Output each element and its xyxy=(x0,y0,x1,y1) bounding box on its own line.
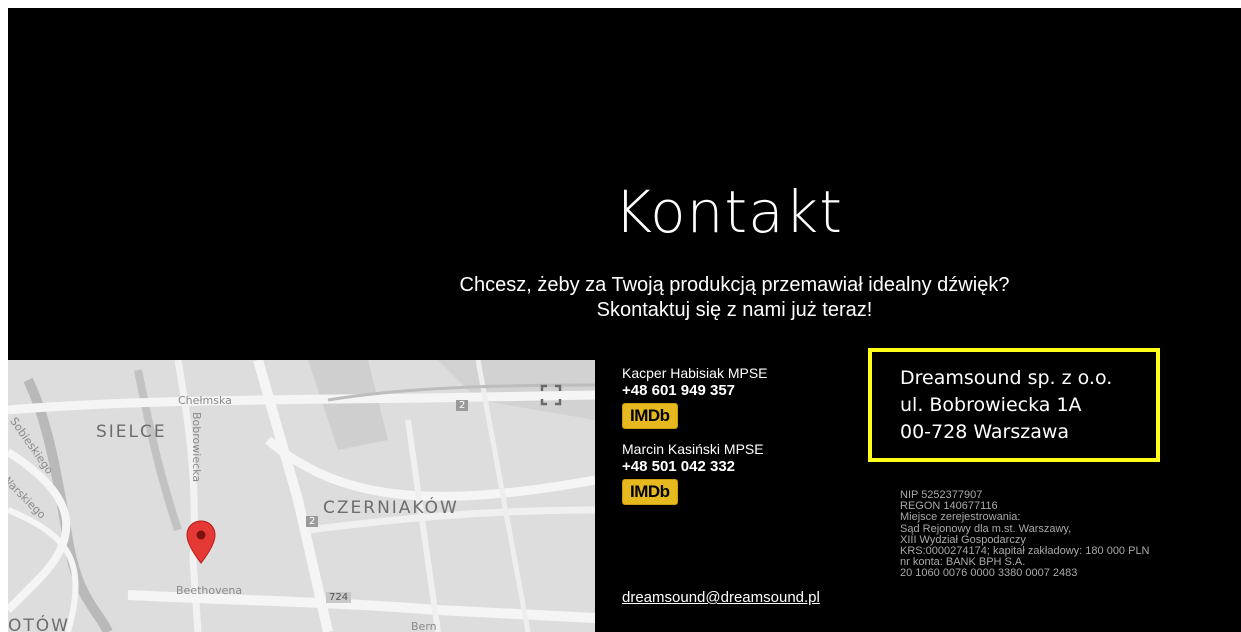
contact-person: Kacper Habisiak MPSE +48 601 949 357 IMD… xyxy=(622,365,862,429)
company-city: 00-728 Warszawa xyxy=(900,421,1070,443)
contact-name: Kacper Habisiak MPSE xyxy=(622,365,768,381)
page-title: Kontakt xyxy=(613,178,843,246)
map-roads xyxy=(8,360,595,632)
contact-persons: Kacper Habisiak MPSE +48 601 949 357 IMD… xyxy=(622,365,862,517)
contact-name: Marcin Kasiński MPSE xyxy=(622,441,764,457)
street-label: Chełmska xyxy=(178,394,232,407)
road-number-badge: 2 xyxy=(456,400,469,411)
contact-phone[interactable]: +48 601 949 357 xyxy=(622,382,862,399)
company-name: Dreamsound sp. z o.o. xyxy=(900,367,1113,389)
district-label: SIELCE xyxy=(96,422,167,442)
district-label: OTÓW xyxy=(8,616,70,632)
road-number-badge: 2 xyxy=(306,516,319,527)
street-label: Bern xyxy=(411,620,437,632)
company-address: Dreamsound sp. z o.o. ul. Bobrowiecka 1A… xyxy=(900,365,1112,446)
email-link[interactable]: dreamsound@dreamsound.pl xyxy=(622,589,820,606)
legal-line: 20 1060 0076 0000 3380 0007 2483 xyxy=(900,567,1078,580)
district-label: CZERNIAKÓW xyxy=(323,498,459,518)
google-map[interactable]: Chełmska Bobrowiecka Sobieskiego Warskie… xyxy=(8,360,595,632)
contact-phone[interactable]: +48 501 042 332 xyxy=(622,458,862,475)
subtitle-line-1: Chcesz, żeby za Twoją produkcją przemawi… xyxy=(459,274,1010,296)
fullscreen-icon[interactable] xyxy=(538,382,564,408)
company-street: ul. Bobrowiecka 1A xyxy=(900,394,1082,416)
legal-info: NIP 5252377907 REGON 140677116 Miejsce z… xyxy=(900,489,1150,580)
street-label: Beethovena xyxy=(176,584,243,597)
contact-section: Kontakt Chcesz, żeby za Twoją produkcją … xyxy=(8,8,1241,632)
legal-line: Miejsce zerejestrowania: xyxy=(900,511,1021,524)
road-number-badge: 724 xyxy=(326,592,352,603)
page-subtitle: Chcesz, żeby za Twoją produkcją przemawi… xyxy=(118,273,1241,323)
imdb-link[interactable]: IMDb xyxy=(622,403,678,429)
imdb-link[interactable]: IMDb xyxy=(622,479,678,505)
contact-person: Marcin Kasiński MPSE +48 501 042 332 IMD… xyxy=(622,441,862,505)
subtitle-line-2: Skontaktuj się z nami już teraz! xyxy=(596,299,873,321)
street-label: Bobrowiecka xyxy=(190,412,203,483)
